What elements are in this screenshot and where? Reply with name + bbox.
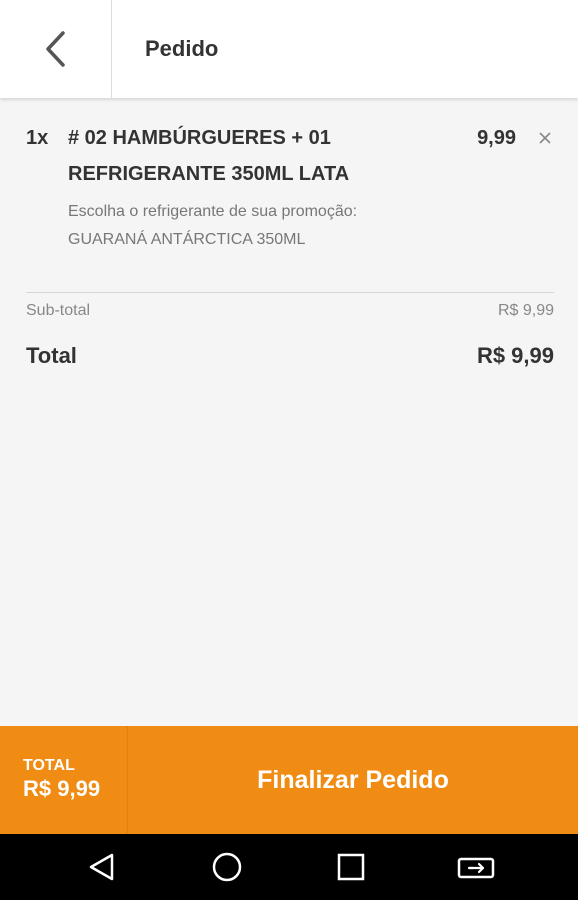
nav-home-button[interactable]: [197, 834, 257, 900]
page-title: Pedido: [145, 36, 219, 61]
app-header: Pedido: [0, 0, 578, 98]
subtotal-label: Sub-total: [26, 302, 91, 319]
chevron-left-icon: [45, 31, 65, 67]
back-button[interactable]: [0, 0, 112, 98]
finish-order-button[interactable]: Finalizar Pedido: [128, 726, 578, 834]
item-option-value: GUARANÁ ANTÁRCTICA 350ML: [68, 231, 306, 248]
home-circle-icon: [212, 852, 241, 882]
recents-square-icon: [338, 853, 365, 881]
back-triangle-icon: [90, 853, 114, 881]
nav-switch-app-button[interactable]: [446, 834, 506, 900]
total-row: Total R$ 9,99: [26, 340, 554, 372]
footer-total: TOTAL R$ 9,99: [0, 726, 128, 834]
subtotal-row: Sub-total R$ 9,99: [26, 298, 554, 324]
checkout-bar: TOTAL R$ 9,99 Finalizar Pedido: [0, 726, 578, 834]
item-name: # 02 HAMBÚRGUERES + 01 REFRIGERANTE 350M…: [68, 127, 350, 185]
item-body: # 02 HAMBÚRGUERES + 01 REFRIGERANTE 350M…: [68, 120, 477, 254]
order-item: 1x # 02 HAMBÚRGUERES + 01 REFRIGERANTE 3…: [0, 120, 578, 254]
nav-back-button[interactable]: [72, 834, 132, 900]
item-option-label: Escolha o refrigerante de sua promoção:: [68, 203, 358, 220]
item-quantity: 1x: [26, 127, 49, 149]
order-item-row: 1x # 02 HAMBÚRGUERES + 01 REFRIGERANTE 3…: [26, 120, 552, 254]
system-nav-bar: [0, 834, 578, 900]
nav-recents-button[interactable]: [321, 834, 381, 900]
footer-total-value: R$ 9,99: [23, 776, 101, 801]
close-icon: [539, 132, 551, 144]
app: Pedido 1x # 02 HAMBÚRGUERES + 01 REFRIGE…: [0, 0, 578, 900]
total-label: Total: [26, 343, 77, 368]
item-price: 9,99: [477, 127, 516, 149]
remove-item-button[interactable]: [534, 120, 556, 156]
item-option: Escolha o refrigerante de sua promoção: …: [68, 198, 477, 254]
subtotal-value: R$ 9,99: [497, 302, 554, 319]
footer-total-label: TOTAL: [23, 757, 75, 774]
total-value: R$ 9,99: [476, 343, 554, 368]
summary-divider: [26, 292, 554, 293]
switch-app-icon: [457, 857, 494, 879]
